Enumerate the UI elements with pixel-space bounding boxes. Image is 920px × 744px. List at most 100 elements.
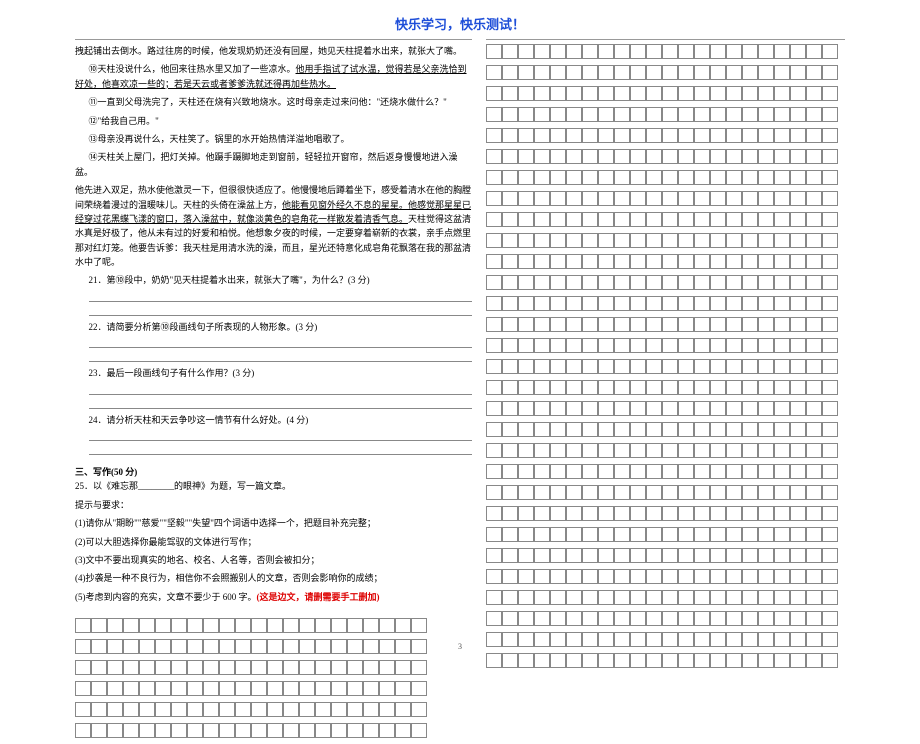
grid-cell[interactable] [534, 569, 550, 584]
grid-cell[interactable] [726, 86, 742, 101]
grid-cell[interactable] [550, 65, 566, 80]
grid-cell[interactable] [822, 380, 838, 395]
grid-cell[interactable] [518, 296, 534, 311]
grid-cell[interactable] [662, 233, 678, 248]
grid-cell[interactable] [315, 723, 331, 738]
grid-cell[interactable] [694, 590, 710, 605]
grid-cell[interactable] [726, 548, 742, 563]
grid-cell[interactable] [395, 702, 411, 717]
grid-cell[interactable] [646, 590, 662, 605]
grid-cell[interactable] [518, 212, 534, 227]
grid-cell[interactable] [486, 254, 502, 269]
grid-cell[interactable] [598, 254, 614, 269]
grid-cell[interactable] [534, 590, 550, 605]
grid-cell[interactable] [774, 548, 790, 563]
grid-cell[interactable] [171, 618, 187, 633]
grid-cell[interactable] [566, 65, 582, 80]
grid-cell[interactable] [646, 506, 662, 521]
grid-cell[interactable] [486, 464, 502, 479]
grid-cell[interactable] [283, 618, 299, 633]
grid-cell[interactable] [758, 107, 774, 122]
grid-cell[interactable] [251, 660, 267, 675]
grid-cell[interactable] [614, 65, 630, 80]
grid-cell[interactable] [758, 401, 774, 416]
grid-cell[interactable] [550, 380, 566, 395]
grid-cell[interactable] [774, 422, 790, 437]
grid-cell[interactable] [694, 443, 710, 458]
grid-cell[interactable] [614, 44, 630, 59]
grid-cell[interactable] [678, 44, 694, 59]
grid-cell[interactable] [726, 107, 742, 122]
grid-cell[interactable] [742, 170, 758, 185]
grid-cell[interactable] [694, 527, 710, 542]
grid-cell[interactable] [726, 401, 742, 416]
grid-cell[interactable] [694, 275, 710, 290]
grid-cell[interactable] [267, 681, 283, 696]
grid-cell[interactable] [710, 422, 726, 437]
grid-cell[interactable] [566, 380, 582, 395]
grid-cell[interactable] [502, 338, 518, 353]
grid-cell[interactable] [694, 149, 710, 164]
grid-cell[interactable] [662, 422, 678, 437]
grid-cell[interactable] [742, 380, 758, 395]
grid-cell[interactable] [534, 464, 550, 479]
grid-cell[interactable] [742, 128, 758, 143]
grid-cell[interactable] [774, 233, 790, 248]
grid-cell[interactable] [251, 618, 267, 633]
grid-cell[interactable] [566, 464, 582, 479]
grid-cell[interactable] [518, 317, 534, 332]
grid-cell[interactable] [550, 527, 566, 542]
grid-cell[interactable] [822, 548, 838, 563]
grid-cell[interactable] [662, 443, 678, 458]
grid-cell[interactable] [582, 548, 598, 563]
grid-cell[interactable] [646, 485, 662, 500]
grid-cell[interactable] [678, 65, 694, 80]
grid-cell[interactable] [742, 233, 758, 248]
grid-cell[interactable] [566, 401, 582, 416]
grid-cell[interactable] [614, 107, 630, 122]
answer-blank[interactable] [89, 289, 472, 302]
grid-cell[interactable] [283, 681, 299, 696]
grid-cell[interactable] [758, 359, 774, 374]
grid-cell[interactable] [630, 485, 646, 500]
grid-cell[interactable] [534, 149, 550, 164]
grid-cell[interactable] [806, 296, 822, 311]
grid-cell[interactable] [758, 653, 774, 668]
grid-cell[interactable] [662, 107, 678, 122]
grid-cell[interactable] [582, 380, 598, 395]
grid-cell[interactable] [502, 275, 518, 290]
grid-cell[interactable] [502, 443, 518, 458]
grid-cell[interactable] [822, 212, 838, 227]
grid-cell[interactable] [822, 275, 838, 290]
grid-cell[interactable] [534, 170, 550, 185]
grid-cell[interactable] [694, 191, 710, 206]
grid-cell[interactable] [219, 723, 235, 738]
grid-cell[interactable] [822, 296, 838, 311]
grid-cell[interactable] [726, 527, 742, 542]
grid-cell[interactable] [662, 359, 678, 374]
grid-cell[interactable] [331, 702, 347, 717]
grid-cell[interactable] [171, 702, 187, 717]
grid-cell[interactable] [822, 443, 838, 458]
grid-cell[interactable] [694, 506, 710, 521]
grid-cell[interactable] [646, 233, 662, 248]
right-essay-grid[interactable] [486, 44, 845, 672]
grid-cell[interactable] [710, 317, 726, 332]
grid-cell[interactable] [283, 723, 299, 738]
grid-cell[interactable] [646, 317, 662, 332]
grid-cell[interactable] [630, 548, 646, 563]
grid-cell[interactable] [822, 422, 838, 437]
grid-cell[interactable] [614, 443, 630, 458]
grid-cell[interactable] [822, 653, 838, 668]
grid-cell[interactable] [550, 107, 566, 122]
grid-cell[interactable] [790, 212, 806, 227]
grid-cell[interactable] [518, 86, 534, 101]
grid-cell[interactable] [582, 464, 598, 479]
grid-cell[interactable] [550, 338, 566, 353]
grid-cell[interactable] [646, 569, 662, 584]
grid-cell[interactable] [774, 611, 790, 626]
grid-cell[interactable] [678, 233, 694, 248]
grid-cell[interactable] [710, 569, 726, 584]
grid-cell[interactable] [299, 702, 315, 717]
grid-cell[interactable] [598, 317, 614, 332]
